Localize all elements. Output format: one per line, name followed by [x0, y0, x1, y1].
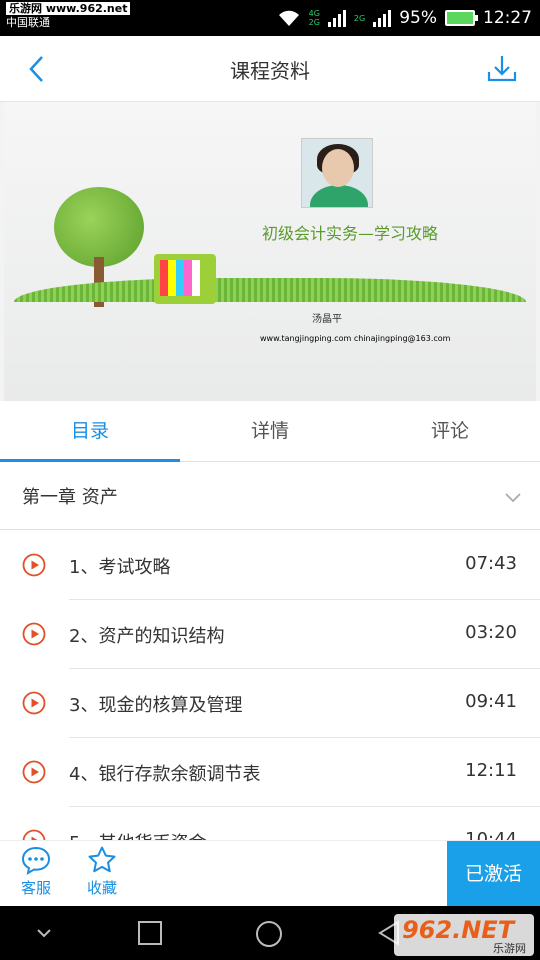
lesson-list: 1、考试攻略 07:43 2、资产的知识结构 03:20 3、现金的核算及管理 … — [0, 531, 540, 840]
favorite-label: 收藏 — [86, 879, 117, 897]
bottom-action-bar: 客服 收藏 已激活 — [0, 840, 540, 907]
tab-comments[interactable]: 评论 — [360, 401, 540, 461]
status-right: 4G 2G 2G 95% 12:27 — [277, 6, 532, 30]
list-item[interactable]: 4、银行存款余额调节表 12:11 — [0, 738, 540, 807]
tab-catalog[interactable]: 目录 — [0, 401, 180, 462]
battery-icon — [445, 10, 478, 26]
nav-down-icon[interactable] — [34, 926, 54, 940]
chat-bubble-icon — [21, 846, 51, 875]
instructor-photo — [301, 138, 373, 208]
clock: 12:27 — [483, 8, 532, 28]
list-item[interactable]: 3、现金的核算及管理 09:41 — [0, 669, 540, 738]
signal-icon — [327, 9, 346, 27]
activated-button[interactable]: 已激活 — [447, 841, 540, 907]
carrier-name: 中国联通 — [6, 16, 50, 29]
chapter-label: 第一章 资产 — [22, 487, 118, 508]
lesson-duration: 07:43 — [465, 553, 517, 574]
play-circle-icon — [22, 622, 46, 646]
list-item[interactable]: 2、资产的知识结构 03:20 — [0, 600, 540, 669]
list-item[interactable]: 5、其他货币资金 10:44 — [0, 807, 540, 840]
play-circle-icon — [22, 829, 46, 840]
signal-icon-2 — [373, 9, 392, 27]
lesson-title: 1、考试攻略 — [69, 557, 171, 578]
lesson-title: 5、其他货币资金 — [69, 829, 206, 840]
wifi-icon — [278, 10, 299, 26]
lesson-title: 4、银行存款余额调节表 — [69, 764, 261, 785]
chevron-down-icon[interactable] — [504, 488, 522, 506]
lesson-title: 2、资产的知识结构 — [69, 626, 225, 647]
play-circle-icon — [22, 760, 46, 784]
lesson-title: 3、现金的核算及管理 — [69, 695, 243, 716]
nav-home-icon[interactable] — [255, 920, 283, 948]
service-label: 客服 — [20, 879, 51, 897]
play-circle-icon — [22, 553, 46, 577]
chapter-header[interactable]: 第一章 资产 — [0, 462, 540, 530]
page-title: 课程资料 — [230, 59, 310, 83]
battery-percent: 95% — [399, 8, 437, 28]
tv-illustration — [154, 254, 216, 304]
play-circle-icon — [22, 691, 46, 715]
star-icon — [88, 846, 116, 873]
lesson-duration: 12:11 — [465, 760, 517, 781]
watermark-text: 乐游网 — [493, 942, 526, 955]
banner-author: 汤晶平 — [312, 314, 342, 325]
lesson-duration: 03:20 — [465, 622, 517, 643]
network-type-2: 2G — [353, 13, 366, 23]
banner-image — [4, 102, 536, 401]
site-watermark: 962.NET 乐游网 — [394, 914, 534, 956]
status-left: 乐游网 www.962.net 中国联通 — [6, 2, 131, 30]
service-button[interactable]: 客服 — [6, 845, 66, 905]
course-banner[interactable]: 初级会计实务—学习攻略 汤晶平 www.tangjingping.com chi… — [0, 102, 540, 401]
banner-title: 初级会计实务—学习攻略 — [261, 224, 438, 243]
banner-website: www.tangjingping.com chinajingping@163.c… — [260, 334, 451, 343]
lesson-duration: 10:44 — [465, 829, 517, 840]
tab-details[interactable]: 详情 — [180, 401, 360, 461]
lesson-duration: 09:41 — [465, 691, 517, 712]
tab-bar: 目录 详情 评论 — [0, 401, 540, 462]
status-bar: 乐游网 www.962.net 中国联通 4G 2G 2G 95% 12:27 — [0, 0, 540, 36]
app-header: 课程资料 — [0, 36, 540, 102]
download-icon[interactable] — [484, 50, 520, 86]
list-item[interactable]: 1、考试攻略 07:43 — [0, 531, 540, 600]
network-type: 4G 2G — [308, 9, 320, 27]
nav-recents-icon[interactable] — [137, 920, 163, 946]
favorite-button[interactable]: 收藏 — [72, 845, 132, 905]
carrier-watermark: 乐游网 www.962.net — [6, 2, 131, 15]
system-nav-bar: 962.NET 乐游网 — [0, 906, 540, 960]
